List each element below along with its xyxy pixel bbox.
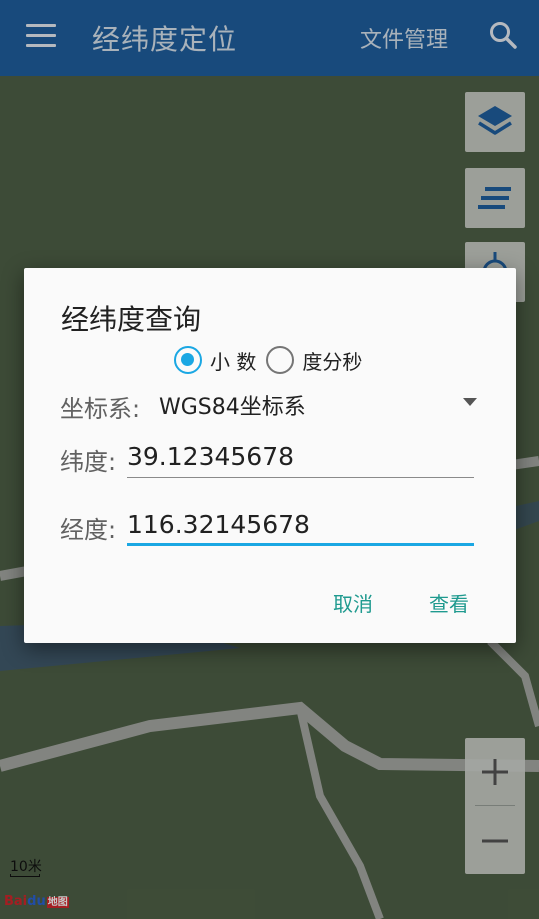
view-button[interactable]: 查看: [429, 588, 469, 617]
format-radio-group: 小 数 度分秒: [174, 344, 372, 376]
radio-dms-label: 度分秒: [302, 349, 363, 374]
coord-system-label: 坐标系:: [60, 395, 141, 423]
coord-system-dropdown[interactable]: WGS84坐标系: [159, 388, 477, 420]
longitude-label: 经度:: [60, 516, 117, 544]
radio-decimal-label: 小 数: [210, 349, 257, 374]
longitude-input[interactable]: 116.32145678: [127, 506, 474, 546]
latitude-underline: [127, 477, 474, 478]
radio-decimal-indicator: [174, 346, 202, 374]
radio-dms-indicator: [266, 346, 295, 374]
dropdown-arrow-icon: [463, 398, 477, 406]
cancel-button[interactable]: 取消: [333, 588, 373, 617]
longitude-underline: [127, 543, 474, 546]
latitude-value: 39.12345678: [127, 442, 295, 471]
coordinate-query-dialog: 经纬度查询 小 数 度分秒 坐标系: WGS84坐标系 纬度: 39.12345…: [24, 268, 516, 643]
dialog-title: 经纬度查询: [61, 303, 202, 336]
coord-system-value: WGS84坐标系: [159, 395, 306, 420]
latitude-input[interactable]: 39.12345678: [127, 438, 474, 478]
longitude-value: 116.32145678: [127, 510, 310, 539]
radio-dms[interactable]: 度分秒: [266, 346, 362, 375]
radio-decimal[interactable]: 小 数: [174, 346, 256, 375]
latitude-label: 纬度:: [60, 448, 117, 476]
